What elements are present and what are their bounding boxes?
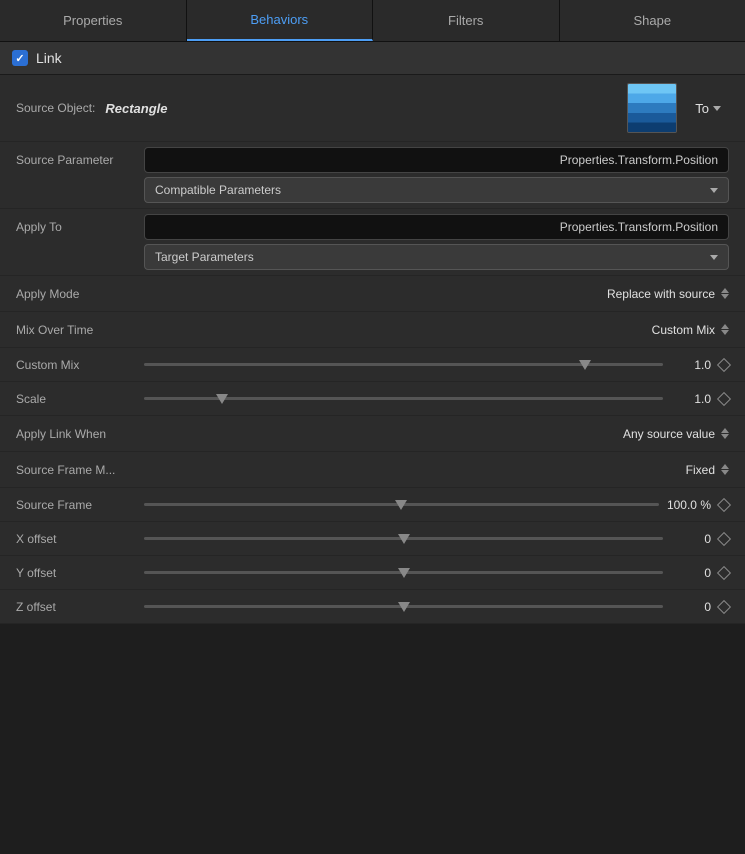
slider-value-scale: 1.0: [671, 392, 711, 406]
source-object-row: Source Object: Rectangle To: [0, 75, 745, 142]
to-button[interactable]: To: [687, 97, 729, 120]
row-value-source-frame-m: Fixed: [686, 463, 715, 477]
slider-track-x-offset[interactable]: [144, 537, 663, 540]
tab-filters[interactable]: Filters: [373, 0, 560, 41]
source-object-name: Rectangle: [105, 101, 167, 116]
slider-track-y-offset[interactable]: [144, 571, 663, 574]
source-object-label: Source Object:: [16, 101, 95, 115]
slider-thumb-y-offset[interactable]: [398, 568, 410, 578]
slider-thumb-source-frame[interactable]: [395, 500, 407, 510]
keyframe-diamond-icon[interactable]: [717, 599, 731, 613]
keyframe-diamond-icon[interactable]: [717, 357, 731, 371]
slider-label-z-offset: Z offset: [16, 600, 136, 614]
row-value-apply-link-when: Any source value: [623, 427, 715, 441]
slider-label-y-offset: Y offset: [16, 566, 136, 580]
keyframe-diamond-icon[interactable]: [717, 497, 731, 511]
arrow-down-icon[interactable]: [721, 330, 729, 335]
tab-bar: Properties Behaviors Filters Shape: [0, 0, 745, 42]
apply-to-row: Apply To Properties.Transform.Position T…: [0, 209, 745, 276]
apply-to-fields: Properties.Transform.Position Target Par…: [144, 214, 729, 270]
slider-thumb-scale[interactable]: [216, 394, 228, 404]
row-label-mix-over-time: Mix Over Time: [16, 323, 156, 337]
row-mix-over-time: Mix Over Time Custom Mix: [0, 312, 745, 348]
chevron-down-icon: [713, 106, 721, 111]
row-x-offset: X offset 0: [0, 522, 745, 556]
row-custom-mix: Custom Mix 1.0: [0, 348, 745, 382]
source-parameter-value[interactable]: Properties.Transform.Position: [144, 147, 729, 173]
slider-value-custom-mix: 1.0: [671, 358, 711, 372]
slider-value-z-offset: 0: [671, 600, 711, 614]
row-value-mix-over-time: Custom Mix: [652, 323, 715, 337]
arrow-up-icon[interactable]: [721, 288, 729, 293]
tab-behaviors[interactable]: Behaviors: [187, 0, 374, 41]
slider-thumb-x-offset[interactable]: [398, 534, 410, 544]
arrow-down-icon[interactable]: [721, 470, 729, 475]
slider-thumb-z-offset[interactable]: [398, 602, 410, 612]
row-source-frame-m: Source Frame M... Fixed: [0, 452, 745, 488]
slider-label-scale: Scale: [16, 392, 136, 406]
row-z-offset: Z offset 0: [0, 590, 745, 624]
apply-to-value[interactable]: Properties.Transform.Position: [144, 214, 729, 240]
row-value-apply-mode: Replace with source: [607, 287, 715, 301]
keyframe-diamond-icon[interactable]: [717, 531, 731, 545]
chevron-down-icon: [710, 188, 718, 193]
tab-properties[interactable]: Properties: [0, 0, 187, 41]
source-object-thumbnail[interactable]: [627, 83, 677, 133]
apply-to-label: Apply To: [16, 214, 136, 234]
section-header: Link: [0, 42, 745, 75]
row-apply-link-when: Apply Link When Any source value: [0, 416, 745, 452]
behaviors-panel: Link Source Object: Rectangle To Source …: [0, 42, 745, 624]
section-title: Link: [36, 50, 62, 66]
chevron-down-icon: [710, 255, 718, 260]
stepper-source-frame-m[interactable]: [721, 464, 729, 475]
arrow-down-icon[interactable]: [721, 294, 729, 299]
slider-label-source-frame: Source Frame: [16, 498, 136, 512]
slider-track-z-offset[interactable]: [144, 605, 663, 608]
arrow-up-icon[interactable]: [721, 428, 729, 433]
stepper-mix-over-time[interactable]: [721, 324, 729, 335]
stepper-apply-link-when[interactable]: [721, 428, 729, 439]
apply-to-dropdown[interactable]: Target Parameters: [144, 244, 729, 270]
source-parameter-label: Source Parameter: [16, 147, 136, 167]
slider-value-y-offset: 0: [671, 566, 711, 580]
row-scale: Scale 1.0: [0, 382, 745, 416]
source-parameter-dropdown[interactable]: Compatible Parameters: [144, 177, 729, 203]
keyframe-diamond-icon[interactable]: [717, 565, 731, 579]
tab-shape[interactable]: Shape: [560, 0, 745, 41]
slider-track-custom-mix[interactable]: [144, 363, 663, 366]
arrow-down-icon[interactable]: [721, 434, 729, 439]
arrow-up-icon[interactable]: [721, 324, 729, 329]
slider-track-source-frame[interactable]: [144, 503, 659, 506]
slider-thumb-custom-mix[interactable]: [579, 360, 591, 370]
row-source-frame: Source Frame 100.0 %: [0, 488, 745, 522]
keyframe-diamond-icon[interactable]: [717, 391, 731, 405]
source-parameter-row: Source Parameter Properties.Transform.Po…: [0, 142, 745, 209]
row-apply-mode: Apply Mode Replace with source: [0, 276, 745, 312]
slider-value-x-offset: 0: [671, 532, 711, 546]
slider-label-custom-mix: Custom Mix: [16, 358, 136, 372]
row-y-offset: Y offset 0: [0, 556, 745, 590]
stepper-apply-mode[interactable]: [721, 288, 729, 299]
property-rows: Apply Mode Replace with source Mix Over …: [0, 276, 745, 624]
slider-track-scale[interactable]: [144, 397, 663, 400]
row-label-source-frame-m: Source Frame M...: [16, 463, 156, 477]
slider-value-source-frame: 100.0 %: [667, 498, 711, 512]
source-parameter-fields: Properties.Transform.Position Compatible…: [144, 147, 729, 203]
row-label-apply-link-when: Apply Link When: [16, 427, 156, 441]
slider-label-x-offset: X offset: [16, 532, 136, 546]
link-checkbox[interactable]: [12, 50, 28, 66]
row-label-apply-mode: Apply Mode: [16, 287, 156, 301]
arrow-up-icon[interactable]: [721, 464, 729, 469]
